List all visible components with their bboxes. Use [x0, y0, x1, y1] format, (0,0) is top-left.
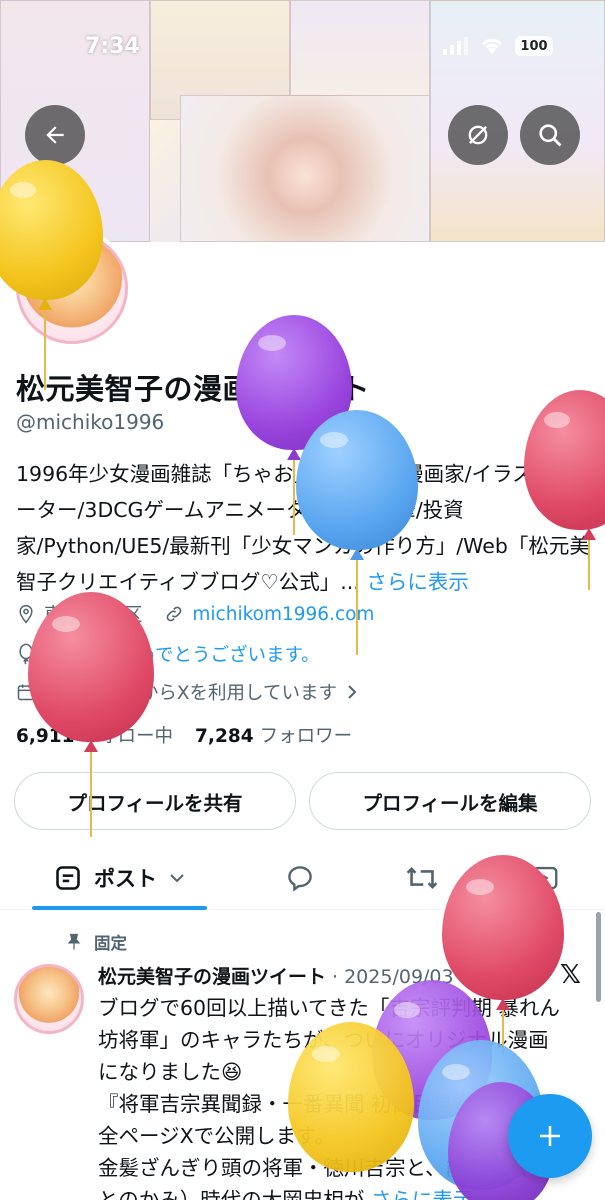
chevron-right-icon — [348, 685, 357, 699]
pin-icon — [67, 933, 81, 950]
tweet-author-name[interactable]: 松元美智子の漫画ツイート — [98, 962, 326, 989]
back-button[interactable] — [25, 105, 85, 165]
signal-icon — [443, 37, 468, 55]
compose-button[interactable] — [508, 1094, 592, 1178]
user-handle: @michiko1996 — [16, 410, 165, 434]
wifi-icon — [481, 38, 503, 54]
followers-stat[interactable]: 7,284 フォロワー — [195, 722, 352, 748]
retweet-icon — [406, 866, 438, 890]
pinned-label-row: 固定 — [64, 930, 127, 954]
status-icons: 100 — [443, 36, 553, 56]
post-icon — [56, 866, 80, 890]
followers-count: 7,284 — [195, 726, 254, 747]
followers-label: フォロワー — [259, 726, 353, 747]
pinned-label: 固定 — [94, 934, 127, 953]
active-tab-indicator — [32, 906, 207, 910]
balloon-yellow — [0, 160, 108, 390]
chevron-down-icon — [170, 874, 184, 883]
search-button[interactable] — [520, 105, 580, 165]
balloon-red-left — [28, 592, 158, 842]
tab-posts[interactable]: ポスト — [32, 846, 207, 910]
edit-profile-button[interactable]: プロフィールを編集 — [309, 772, 591, 830]
back-arrow-icon — [46, 126, 64, 144]
balloon-yellow-bottom — [288, 1022, 418, 1200]
status-time: 7:34 — [85, 34, 140, 59]
hide-icon — [468, 125, 488, 145]
plus-icon — [540, 1126, 560, 1146]
reply-icon — [288, 866, 312, 892]
search-icon — [539, 124, 562, 147]
link-icon — [167, 606, 182, 622]
scrollbar[interactable] — [596, 912, 601, 1002]
status-bar: 7:34 100 — [0, 0, 605, 96]
hide-button[interactable] — [448, 105, 508, 165]
balloon-red-right — [524, 390, 605, 590]
battery-indicator: 100 — [515, 36, 553, 56]
tab-replies[interactable] — [270, 846, 330, 910]
balloon-blue — [296, 410, 421, 655]
tab-posts-label: ポスト — [94, 867, 157, 891]
tweet-author-avatar[interactable] — [14, 964, 84, 1034]
banner-panel — [180, 95, 430, 242]
